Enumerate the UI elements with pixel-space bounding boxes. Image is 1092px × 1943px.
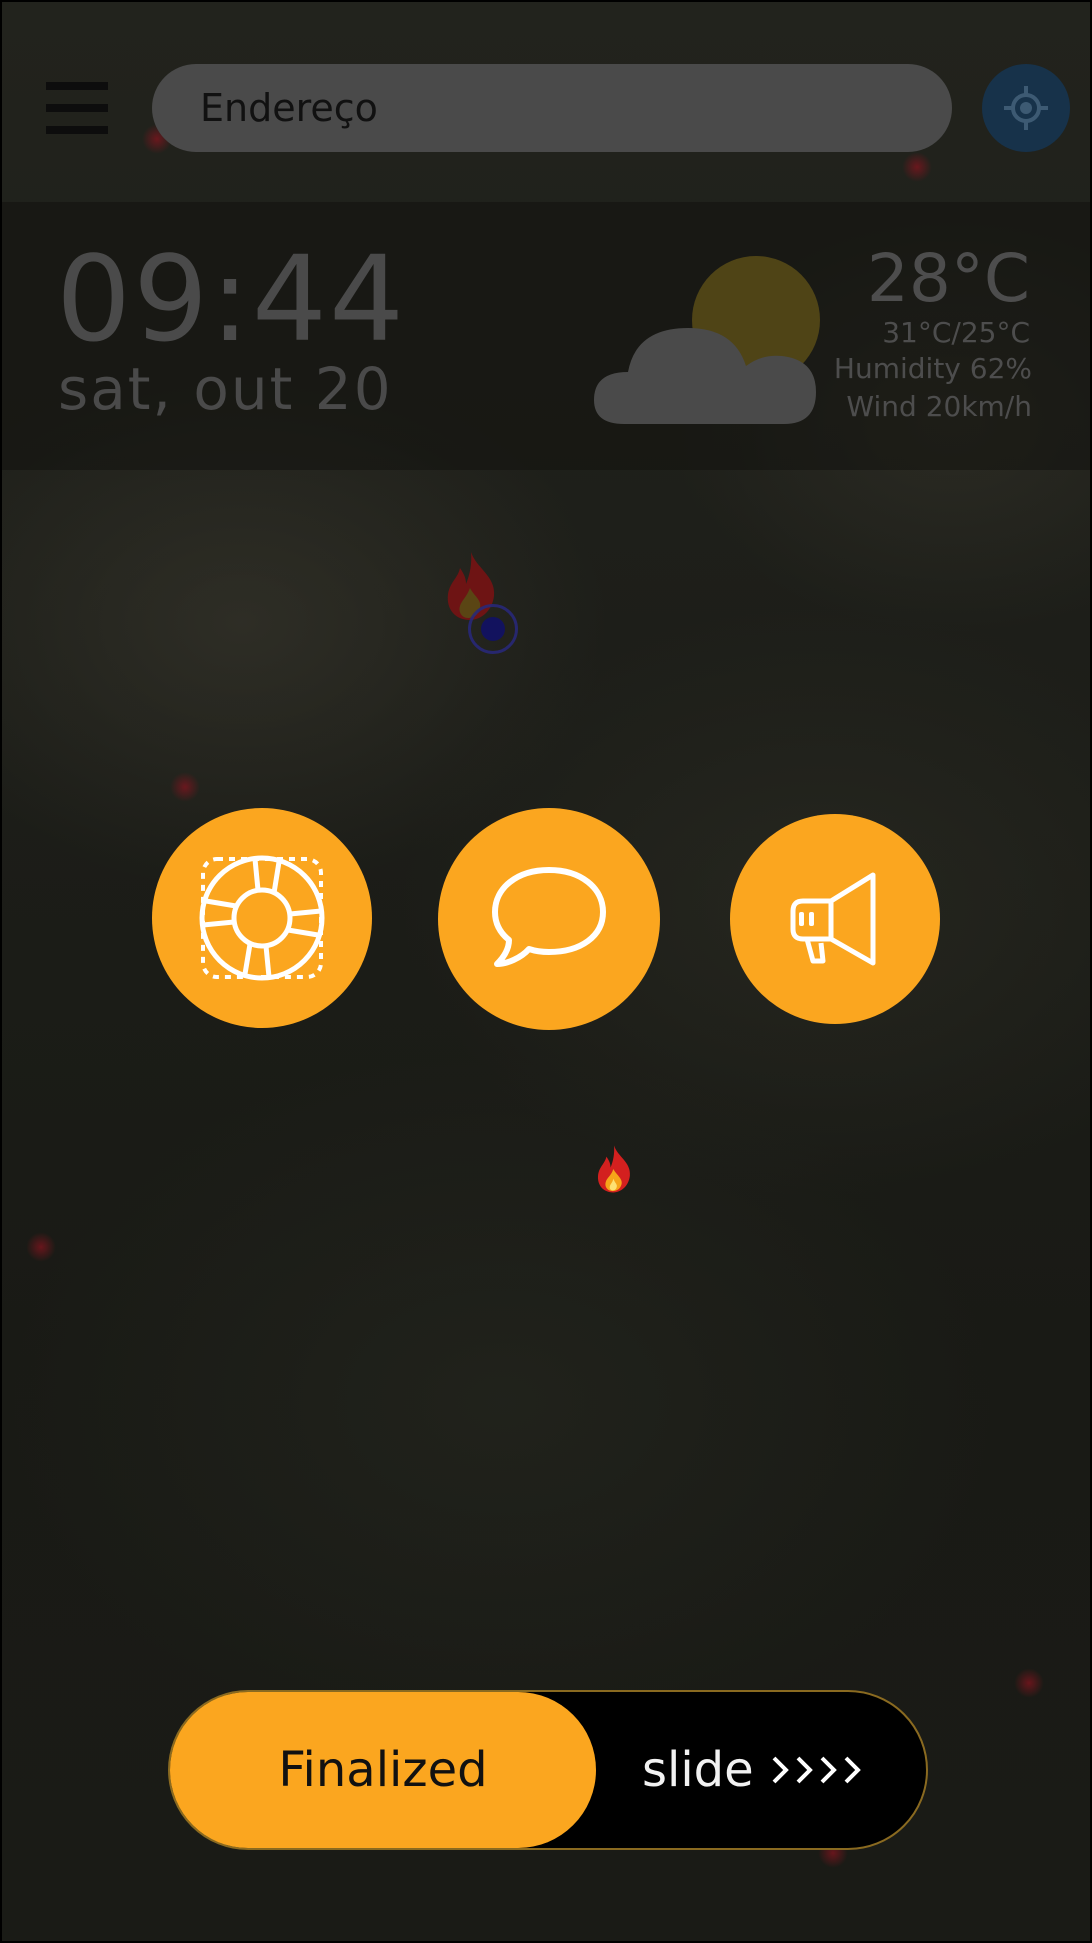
weather-min-max: 31°C/25°C [882, 316, 1030, 349]
map-fire-point [26, 1232, 56, 1262]
megaphone-icon [790, 872, 876, 966]
help-button[interactable] [152, 808, 372, 1028]
address-search-input[interactable] [152, 64, 952, 152]
weather-humidity: Humidity 62% [833, 352, 1032, 385]
alert-broadcast-button[interactable] [730, 814, 940, 1024]
slider-hint: slide [642, 1742, 754, 1798]
weather-temperature: 28°C [866, 240, 1030, 317]
menu-icon-bar [46, 104, 108, 112]
menu-button[interactable] [46, 82, 108, 134]
locate-button[interactable] [982, 64, 1070, 152]
speech-bubble-icon [492, 867, 606, 967]
top-bar [2, 2, 1090, 202]
user-location-marker [468, 604, 518, 654]
chat-button[interactable] [438, 808, 660, 1030]
menu-icon-bar [46, 126, 108, 134]
weather-wind: Wind 20km/h [846, 390, 1032, 423]
app-screen: 09:44 sat, out 20 28°C 31°C/25°C Humidit… [0, 0, 1092, 1943]
map-fire-point [170, 772, 200, 802]
slider-handle-label: Finalized [278, 1742, 488, 1798]
clock-date: sat, out 20 [58, 355, 393, 423]
slider-handle[interactable]: Finalized [170, 1692, 596, 1848]
partly-cloudy-icon [594, 256, 820, 424]
address-search-bar [152, 64, 952, 152]
slide-to-finalize[interactable]: Finalized slide [168, 1690, 928, 1850]
lifebuoy-icon [199, 855, 325, 981]
clock-time: 09:44 [56, 230, 407, 368]
map-fire-point [1014, 1668, 1044, 1698]
weather-panel: 09:44 sat, out 20 28°C 31°C/25°C Humidit… [2, 202, 1090, 470]
fire-icon[interactable] [594, 1144, 634, 1194]
menu-icon-bar [46, 82, 108, 90]
crosshair-locate-icon [1004, 86, 1048, 130]
chevrons-right-icon [772, 1756, 861, 1784]
